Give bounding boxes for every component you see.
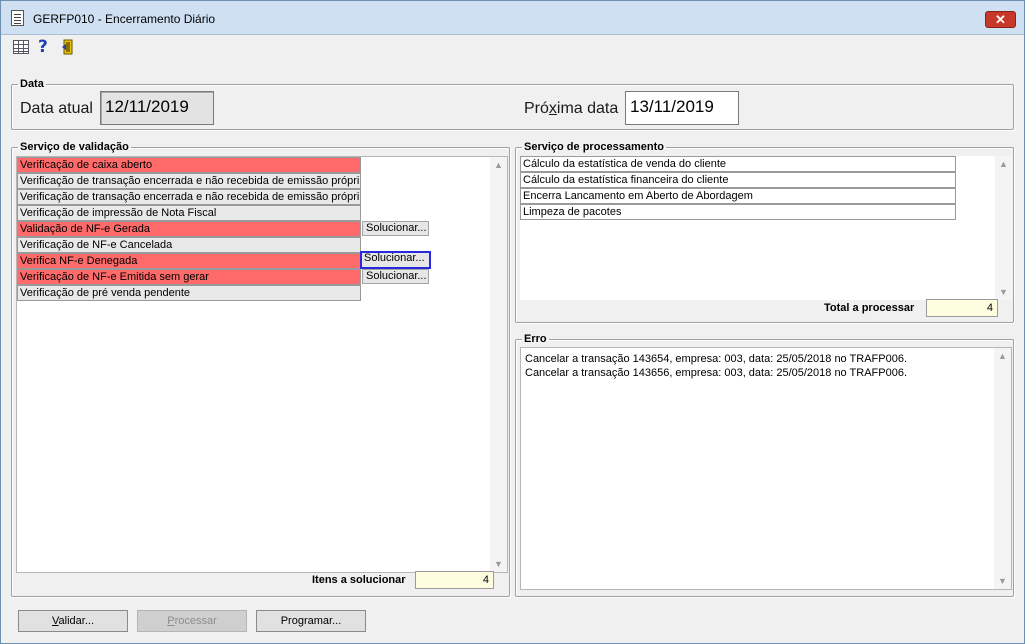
- validation-row[interactable]: Verificação de NF-e Emitida sem gerar: [17, 269, 361, 285]
- scroll-down-icon[interactable]: ▼: [994, 575, 1011, 587]
- validation-list[interactable]: Verificação de caixa aberto Verificação d…: [16, 156, 508, 573]
- current-date-label: Data atual: [20, 100, 93, 117]
- error-textarea[interactable]: Cancelar a transação 143654, empresa: 00…: [520, 347, 1012, 590]
- solve-button[interactable]: Solucionar...: [362, 269, 429, 284]
- items-to-solve-count: 4: [415, 571, 494, 589]
- validation-scrollbar[interactable]: ▲ ▼: [490, 157, 507, 572]
- next-date-label: Próxima data: [524, 100, 619, 117]
- validation-row[interactable]: Verificação de NF-e Cancelada: [17, 237, 361, 253]
- current-date-field: 12/11/2019: [100, 91, 214, 125]
- main-window: GERFP010 - Encerramento Diário ✕ ? Data …: [0, 0, 1025, 644]
- processing-list[interactable]: Cálculo da estatística de venda do clien…: [520, 156, 1012, 300]
- title-bar: GERFP010 - Encerramento Diário ✕: [1, 1, 1024, 35]
- validation-row[interactable]: Validação de NF-e Gerada: [17, 221, 361, 237]
- scroll-up-icon[interactable]: ▲: [995, 158, 1012, 170]
- total-to-process-count: 4: [926, 299, 998, 317]
- validation-row[interactable]: Verificação de pré venda pendente: [17, 285, 361, 301]
- error-line: Cancelar a transação 143656, empresa: 00…: [525, 367, 907, 379]
- solve-button[interactable]: Solucionar...: [360, 251, 431, 269]
- window-title: GERFP010 - Encerramento Diário: [33, 12, 216, 26]
- data-section-legend: Data: [20, 78, 44, 90]
- error-text: Cancelar a transação 143654, empresa: 00…: [525, 352, 907, 380]
- table-icon[interactable]: [13, 40, 29, 54]
- validation-row[interactable]: Verifica NF-e Denegada: [17, 253, 361, 269]
- validation-row[interactable]: Verificação de transação encerrada e não…: [17, 173, 361, 189]
- validation-row[interactable]: Verificação de transação encerrada e não…: [17, 189, 361, 205]
- processing-row[interactable]: Limpeza de pacotes: [520, 204, 956, 220]
- validation-legend: Serviço de validação: [20, 141, 129, 153]
- validation-row[interactable]: Verificação de caixa aberto: [17, 157, 361, 173]
- document-icon: [11, 10, 24, 26]
- processing-legend: Serviço de processamento: [524, 141, 665, 153]
- processing-scrollbar[interactable]: ▲ ▼: [995, 156, 1012, 300]
- error-legend: Erro: [524, 333, 547, 345]
- validate-button[interactable]: Validar...: [18, 610, 128, 632]
- validation-row[interactable]: Verificação de impressão de Nota Fiscal: [17, 205, 361, 221]
- error-scrollbar[interactable]: ▲ ▼: [994, 348, 1011, 589]
- scroll-down-icon[interactable]: ▼: [490, 558, 507, 570]
- error-line: Cancelar a transação 143654, empresa: 00…: [525, 353, 907, 365]
- exit-door-icon[interactable]: [61, 39, 75, 55]
- processing-row[interactable]: Cálculo da estatística de venda do clien…: [520, 156, 956, 172]
- solve-button[interactable]: Solucionar...: [362, 221, 429, 236]
- scroll-down-icon[interactable]: ▼: [995, 286, 1012, 298]
- scroll-up-icon[interactable]: ▲: [490, 159, 507, 171]
- total-to-process-label: Total a processar: [824, 302, 915, 314]
- help-icon[interactable]: ?: [38, 37, 58, 57]
- next-date-field[interactable]: 13/11/2019: [625, 91, 739, 125]
- scroll-up-icon[interactable]: ▲: [994, 350, 1011, 362]
- processing-row[interactable]: Cálculo da estatística financeira do cli…: [520, 172, 956, 188]
- process-button[interactable]: Processar: [137, 610, 247, 632]
- items-to-solve-label: Itens a solucionar: [312, 574, 406, 586]
- processing-row[interactable]: Encerra Lancamento em Aberto de Abordage…: [520, 188, 956, 204]
- schedule-button[interactable]: Programar...: [256, 610, 366, 632]
- close-button[interactable]: ✕: [985, 11, 1016, 28]
